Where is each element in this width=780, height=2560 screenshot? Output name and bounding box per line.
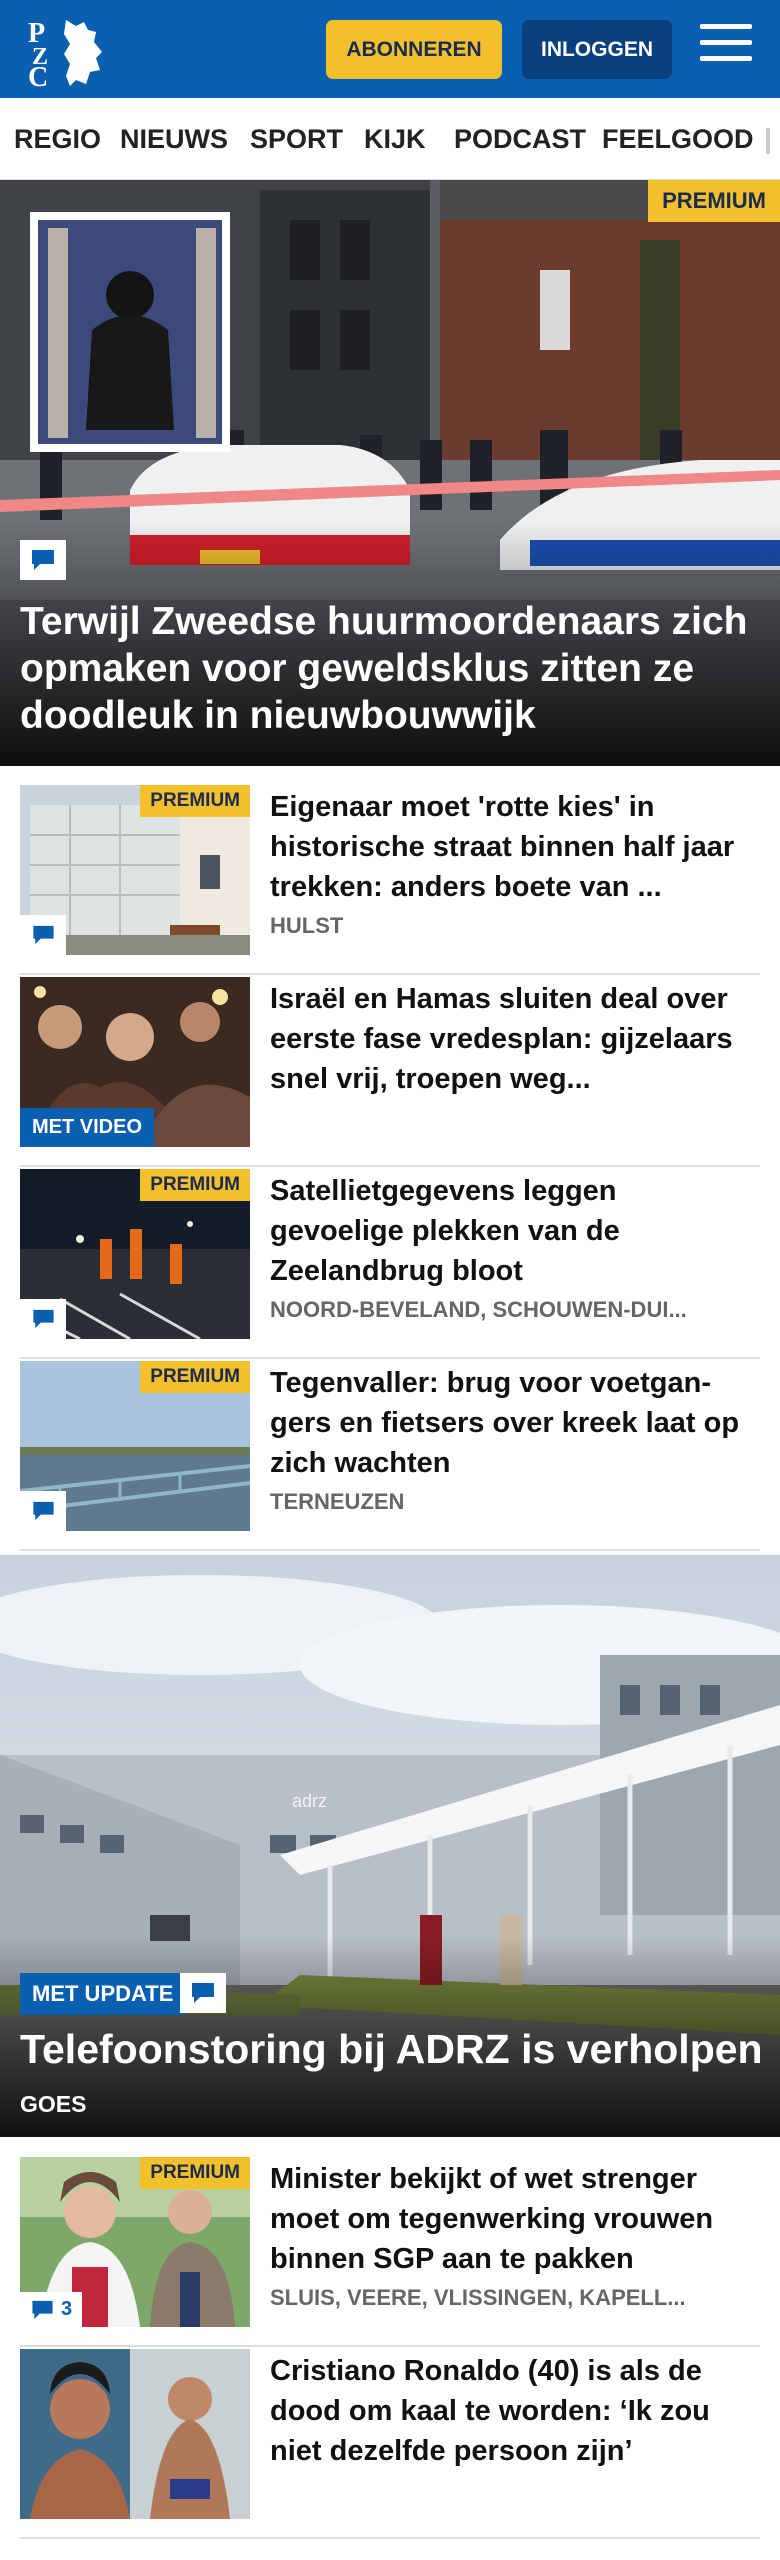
comment-icon <box>20 1299 66 1339</box>
article-title[interactable]: Minister bekijkt of wet strenger moet om… <box>270 2159 750 2279</box>
premium-badge: PREMIUM <box>648 180 780 222</box>
premium-badge: PREMIUM <box>140 1169 250 1201</box>
comment-count-badge: 3 <box>20 2292 83 2327</box>
article-location: NOORD-BEVELAND, SCHOUWEN-DUI... <box>270 1297 687 1322</box>
nav-item-regio[interactable]: REGIO <box>14 124 101 155</box>
top-bar: P Z C ABONNEREN INLOGGEN <box>0 0 780 98</box>
nav-item-feelgood[interactable]: FEELGOOD <box>602 124 754 155</box>
comment-icon <box>20 540 66 580</box>
premium-badge: PREMIUM <box>140 2157 250 2189</box>
comment-count: 3 <box>61 2298 73 2320</box>
building-sign-text: adrz <box>292 1791 327 1811</box>
comment-icon <box>180 1973 226 2013</box>
video-badge: MET VIDEO <box>20 1108 155 1147</box>
list-item[interactable]: PREMIUM Eigenaar moet 'rotte kies' in hi… <box>20 785 760 975</box>
nav-item-sport[interactable]: SPORT <box>250 124 343 155</box>
article-thumbnail: PREMIUM <box>20 1169 250 1339</box>
premium-badge: PREMIUM <box>140 785 250 817</box>
article-thumbnail: PREMIUM <box>20 785 250 955</box>
comment-icon <box>32 2300 53 2319</box>
login-button[interactable]: INLOGGEN <box>522 20 672 79</box>
article-title[interactable]: Eigenaar moet 'rotte kies' in historisch… <box>270 787 750 907</box>
comment-icon <box>20 1491 66 1531</box>
featured-location: GOES <box>20 2091 87 2117</box>
nav-item-nieuws[interactable]: NIEUWS <box>120 124 228 155</box>
featured-title[interactable]: Telefoonstoring bij ADRZ is verholpen <box>20 2025 770 2073</box>
svg-text:C: C <box>28 62 48 88</box>
subscribe-button[interactable]: ABONNEREN <box>326 20 502 79</box>
nav-overflow-indicator <box>766 128 770 154</box>
hero-article[interactable]: PREMIUM Terwijl Zweedse huurmoordenaars … <box>0 180 780 766</box>
list-item[interactable]: PREMIUM 3 Minister bekijkt of wet streng… <box>20 2157 760 2347</box>
hamburger-menu-icon[interactable] <box>700 24 752 70</box>
hero-title[interactable]: Terwijl Zweedse huurmoordenaars zich opm… <box>20 598 765 739</box>
list-item[interactable]: Cristiano Ronaldo (40) is als de dood om… <box>20 2349 760 2539</box>
article-title[interactable]: Israël en Hamas sluiten deal over eerste… <box>270 979 750 1099</box>
article-location: SLUIS, VEERE, VLISSINGEN, KAPELL... <box>270 2285 686 2310</box>
premium-badge: PREMIUM <box>140 1361 250 1393</box>
article-location: TERNEUZEN <box>270 1489 405 1514</box>
pzc-logo[interactable]: P Z C <box>26 12 110 93</box>
list-item[interactable]: MET VIDEO Israël en Hamas sluiten deal o… <box>20 977 760 1167</box>
comment-icon <box>20 915 66 955</box>
article-thumbnail: MET VIDEO <box>20 977 250 1147</box>
featured-article[interactable]: adrz MET UPDATE Telefoonstoring bij ADRZ… <box>0 1555 780 2137</box>
article-location: HULST <box>270 913 344 938</box>
article-thumbnail: PREMIUM <box>20 1361 250 1531</box>
article-thumbnail: PREMIUM 3 <box>20 2157 250 2327</box>
article-title[interactable]: Tegenvaller: brug voor voetgan­gers en f… <box>270 1363 750 1483</box>
nav-item-podcast[interactable]: PODCAST <box>454 124 586 155</box>
section-nav: REGIO NIEUWS SPORT KIJK PODCAST FEELGOOD <box>0 98 780 180</box>
list-item[interactable]: PREMIUM Satellietgegevens leggen gevoeli… <box>20 1169 760 1359</box>
nav-item-kijk[interactable]: KIJK <box>364 124 426 155</box>
article-title[interactable]: Cristiano Ronaldo (40) is als de dood om… <box>270 2351 750 2471</box>
article-title[interactable]: Satellietgegevens leggen gevoelige plekk… <box>270 1171 750 1291</box>
article-thumbnail <box>20 2349 250 2519</box>
update-badge: MET UPDATE <box>20 1973 186 2015</box>
list-item[interactable]: PREMIUM Tegenvaller: brug voor voetgan­g… <box>20 1361 760 1551</box>
